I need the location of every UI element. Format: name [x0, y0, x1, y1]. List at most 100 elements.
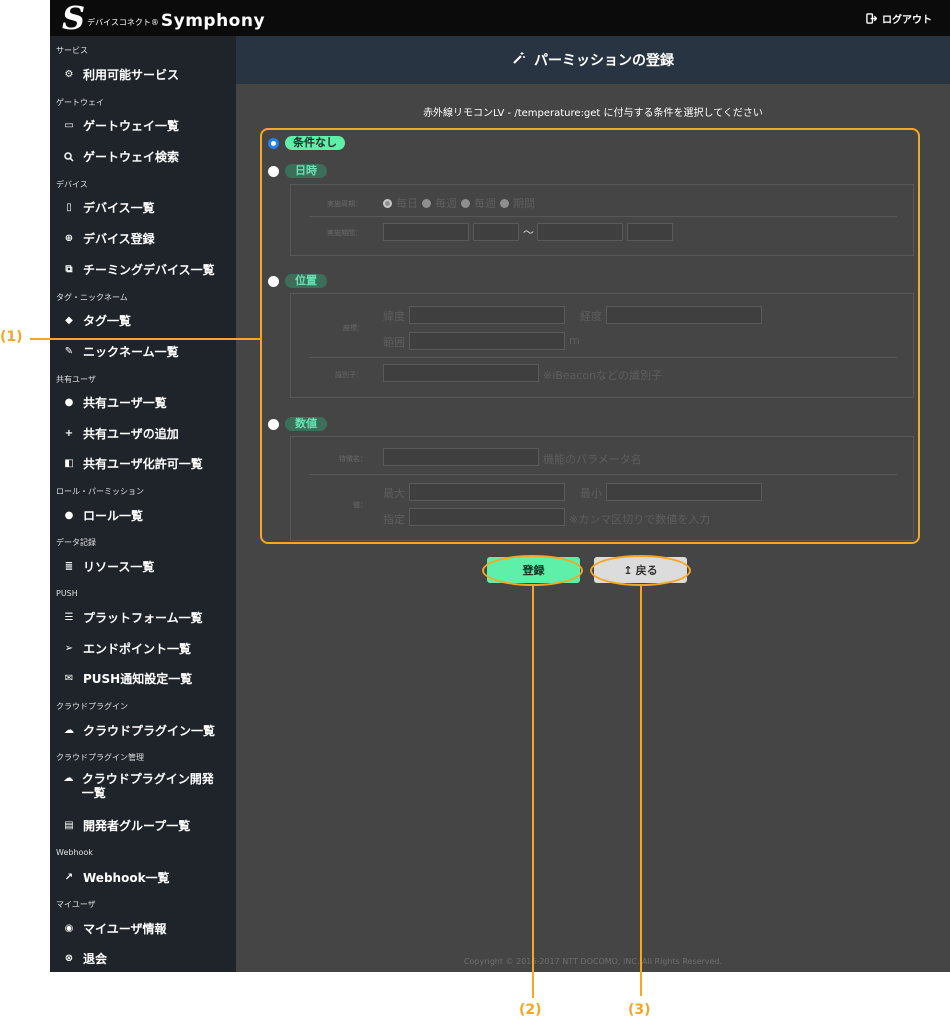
option-location[interactable]: 位置	[268, 274, 327, 288]
spec-hint: ※カンマ区切りで数値を入力	[569, 513, 711, 526]
option-location-label: 位置	[285, 274, 327, 288]
sidebar-item-shared-user-list[interactable]: ● 共有ユーザ一覧	[63, 394, 231, 411]
sidebar-item-cloud-plugin-dev[interactable]: ☁ クラウドプラグイン開発一覧	[63, 772, 221, 800]
identifier-label: 識別子：	[335, 371, 363, 379]
weekly-label: 毎週	[435, 197, 457, 210]
option-number-label: 数値	[285, 417, 327, 431]
option-none[interactable]: 条件なし	[268, 136, 345, 150]
sidebar-item-label: リソース一覧	[83, 560, 155, 574]
page-title: パーミッションの登録	[534, 53, 674, 69]
sidebar-item-label: 共有ユーザの追加	[83, 427, 179, 441]
start-time-input[interactable]	[473, 223, 519, 241]
gateway-icon: ▭	[64, 120, 74, 131]
param-input[interactable]	[383, 448, 539, 466]
start-date-input[interactable]	[383, 223, 469, 241]
sidebar-item-available-services[interactable]: ⚙ 利用可能サービス	[63, 66, 231, 83]
sidebar-item-device-register[interactable]: ⊕ デバイス登録	[63, 230, 231, 247]
sidebar-item-role-list[interactable]: ● ロール一覧	[63, 507, 231, 524]
term-label: 期間	[513, 197, 535, 210]
copyright: Copyright © 2016-2017 NTT DOCOMO, INC. A…	[463, 957, 723, 966]
sidebar-section-tags: タグ・ニックネーム	[56, 293, 128, 302]
sidebar-item-my-user-info[interactable]: ◉ マイユーザ情報	[63, 920, 231, 937]
radio-term[interactable]	[500, 198, 509, 208]
value-label: 値：	[353, 501, 367, 509]
sidebar-item-endpoint-list[interactable]: ➢ エンドポイント一覧	[63, 640, 231, 657]
plus-circle-icon: ⊕	[64, 233, 74, 244]
sidebar-item-device-list[interactable]: ▯ デバイス一覧	[63, 199, 231, 216]
unlock-icon: ◧	[64, 458, 74, 469]
sidebar-section-shared-users: 共有ユーザ	[56, 375, 96, 384]
sidebar-item-teaming-devices[interactable]: ⧉ チーミングデバイス一覧	[63, 261, 231, 278]
max-label: 最大	[383, 487, 405, 500]
divider	[309, 357, 897, 358]
sidebar-section-device: デバイス	[56, 180, 88, 189]
page-subtitle: 赤外線リモコンLV - /temperature:get に付与する条件を選択し…	[423, 108, 763, 119]
sidebar-item-developer-groups[interactable]: ▤ 開発者グループ一覧	[63, 817, 231, 834]
sidebar-section-my-user: マイユーザ	[56, 900, 96, 909]
top-bar: S デバイスコネクト® Symphony ログアウト	[50, 0, 950, 36]
daily-label: 毎日	[396, 197, 418, 210]
sidebar-section-cloud-plugin: クラウドプラグイン	[56, 702, 128, 711]
radio-weekly[interactable]	[422, 198, 431, 208]
sidebar-item-push-settings[interactable]: ✉ PUSH通知設定一覧	[63, 670, 231, 687]
spec-input[interactable]	[409, 508, 565, 526]
identifier-input[interactable]	[383, 364, 539, 382]
radio-none[interactable]	[268, 137, 279, 149]
range-label: 範囲	[383, 336, 405, 349]
sidebar-item-gateway-list[interactable]: ▭ ゲートウェイ一覧	[63, 117, 231, 134]
sidebar-item-withdraw[interactable]: ⊗ 退会	[63, 950, 231, 967]
sidebar-item-label: チーミングデバイス一覧	[83, 263, 215, 277]
sidebar-item-webhook-list[interactable]: ↗ Webhook一覧	[63, 869, 231, 886]
logo-name: Symphony	[160, 11, 266, 31]
sidebar-item-label: 共有ユーザ一覧	[83, 396, 167, 410]
end-date-input[interactable]	[537, 223, 623, 241]
app-logo[interactable]: S デバイスコネクト® Symphony	[62, 2, 265, 34]
sidebar-item-label: ニックネーム一覧	[83, 345, 179, 359]
envelope-icon: ✉	[64, 673, 74, 684]
sidebar-item-label: タグ一覧	[83, 314, 132, 328]
option-none-label: 条件なし	[285, 136, 345, 150]
option-datetime[interactable]: 日時	[268, 164, 327, 178]
sidebar-item-label: 利用可能サービス	[83, 68, 180, 82]
sidebar-item-cloud-plugin-list[interactable]: ☁ クラウドプラグイン一覧	[63, 722, 231, 739]
sidebar-item-add-shared-user[interactable]: + 共有ユーザの追加	[63, 425, 231, 442]
sidebar-item-nickname-list[interactable]: ✎ ニックネーム一覧	[63, 343, 231, 360]
sidebar-section-data: データ記録	[56, 538, 96, 547]
sidebar-item-tag-list[interactable]: ◆ タグ一覧	[63, 312, 231, 329]
callout-label-3: (3)	[628, 1002, 651, 1018]
sidebar-item-resource-list[interactable]: ≣ リソース一覧	[63, 558, 231, 575]
sidebar: サービス ⚙ 利用可能サービス ゲートウェイ ▭ ゲートウェイ一覧 ゲートウェイ検索…	[50, 36, 236, 972]
sidebar-item-platform-list[interactable]: ☰ プラットフォーム一覧	[63, 609, 231, 626]
max-input[interactable]	[409, 483, 565, 501]
lat-input[interactable]	[409, 306, 565, 324]
app-window: S デバイスコネクト® Symphony ログアウト サービス ⚙ 利用可能サービ…	[50, 0, 950, 972]
user-circle-icon: ◉	[64, 923, 74, 934]
sidebar-item-label: ゲートウェイ一覧	[83, 119, 180, 133]
radio-location[interactable]	[268, 275, 279, 287]
range-input[interactable]	[409, 332, 565, 350]
min-input[interactable]	[606, 483, 762, 501]
sidebar-item-label: エンドポイント一覧	[83, 642, 192, 656]
min-label: 最小	[580, 487, 602, 500]
callout-ring-back	[590, 555, 691, 586]
location-panel: 座標： 緯度 経度 範囲 m 識別子： ※iBeaconなどの識別子	[290, 293, 914, 398]
radio-number[interactable]	[268, 418, 279, 430]
logo-letter: S	[62, 0, 86, 37]
sidebar-item-gateway-search[interactable]: ゲートウェイ検索	[63, 148, 231, 165]
datetime-panel: 実施周期： 毎日 毎週 毎週 期間 実施期間： 〜	[290, 184, 914, 256]
lng-input[interactable]	[606, 306, 762, 324]
tags-icon: ◆	[65, 315, 73, 326]
sidebar-item-shared-permission[interactable]: ◧ 共有ユーザ化許可一覧	[63, 455, 231, 472]
logo-subtitle: デバイスコネクト®	[87, 18, 159, 27]
radio-datetime[interactable]	[268, 165, 279, 177]
period-label: 実施周期：	[327, 200, 362, 208]
user-plus-icon: +	[64, 428, 74, 439]
radio-monthly[interactable]	[461, 198, 470, 208]
option-number[interactable]: 数値	[268, 417, 327, 431]
cloud-icon: ☁	[64, 725, 74, 736]
server-icon: ☰	[64, 612, 74, 623]
radio-daily[interactable]	[383, 198, 392, 208]
logout-button[interactable]: ログアウト	[866, 11, 932, 26]
sign-out-icon	[866, 13, 877, 24]
end-time-input[interactable]	[627, 223, 673, 241]
